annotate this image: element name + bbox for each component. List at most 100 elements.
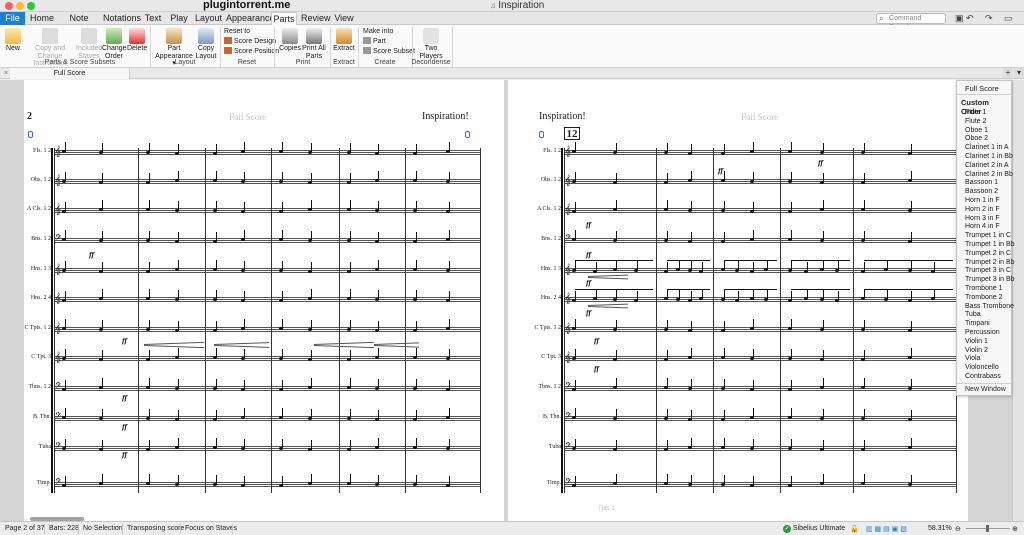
menu-part-item[interactable]: Violoncello (965, 364, 999, 373)
menu-part-item[interactable]: Bass Trombone (965, 303, 1014, 312)
staff-lines (564, 386, 956, 391)
new-tab-button[interactable]: + (1003, 68, 1013, 78)
menu-part-item[interactable]: Trumpet 1 in Bb (965, 241, 1015, 250)
note-stem (378, 201, 379, 210)
tab-appearance[interactable]: Appearance (226, 12, 275, 25)
zoom-out-icon[interactable]: ⊖ (955, 525, 961, 533)
menu-part-item[interactable]: Violin 1 (965, 338, 988, 347)
tab-menu-button[interactable]: ▾ (1014, 68, 1024, 78)
close-window-button[interactable] (5, 2, 13, 10)
tab-layout[interactable]: Layout (195, 12, 222, 25)
tab-play[interactable]: Play (168, 12, 190, 25)
note-stem (65, 439, 66, 448)
instrument-name: Bns. 1 2 (31, 236, 51, 242)
note-stem (864, 474, 865, 483)
make-score-subset-button[interactable]: Score Subset (363, 47, 415, 55)
print-all-parts-button[interactable]: Print All Parts (302, 28, 326, 60)
zoom-window-button[interactable] (27, 2, 35, 10)
menu-part-item[interactable]: Oboe 1 (965, 127, 988, 136)
tab-review[interactable]: Review (301, 12, 331, 25)
staff-lines (564, 297, 956, 302)
menu-full-score[interactable]: Full Score (965, 84, 999, 93)
left-score-page[interactable]: 2 Full Score Inspiration! Fls. 1 2 𝄞 Obs. … (24, 80, 504, 521)
status-focus-on-staves[interactable]: Focus on Staves (185, 525, 237, 532)
note-stem (65, 172, 66, 181)
watermark-text: plugintorrent.me (203, 0, 291, 11)
extract-button[interactable]: Extract (333, 28, 355, 53)
menu-part-item[interactable]: Trombone 1 (965, 285, 1002, 294)
menu-part-item[interactable]: Percussion (965, 329, 1000, 338)
right-score-page[interactable]: Inspiration! Full Score 12 Fls. 1 2 𝄞 Obs.… (508, 80, 968, 521)
menu-part-item[interactable]: Trumpet 1 in C (965, 232, 1011, 241)
menu-part-item[interactable]: Viola (965, 355, 980, 364)
note-stem (822, 290, 824, 299)
note-stem (448, 202, 450, 211)
delete-part-button[interactable]: Delete (127, 28, 147, 53)
menu-part-item[interactable]: Trumpet 3 in C (965, 267, 1011, 276)
menu-part-item[interactable]: Trumpet 2 in Bb (965, 259, 1015, 268)
menu-part-item[interactable]: Horn 3 in F (965, 215, 1000, 224)
view-mode-icons[interactable]: ▥ ▦ ▤ ▣ ▧ (866, 525, 907, 533)
group-separator (358, 27, 359, 67)
tab-text[interactable]: Text (143, 12, 163, 25)
note-stem (65, 476, 66, 485)
menu-part-item[interactable]: Flute 2 (965, 118, 986, 127)
document-icon: ♫ (490, 1, 499, 10)
reset-score-position-button[interactable]: Score Position (224, 47, 279, 55)
note-stem (864, 320, 865, 329)
tab-notations[interactable]: Notations (103, 12, 141, 25)
menu-part-item[interactable]: Bassoon 2 (965, 188, 998, 197)
menu-part-item[interactable]: Violin 2 (965, 347, 988, 356)
menu-part-item[interactable]: Trumpet 3 in Bb (965, 276, 1015, 285)
menu-part-item[interactable]: Horn 2 in F (965, 206, 1000, 215)
tab-view[interactable]: View (333, 12, 355, 25)
lock-icon[interactable]: 🔓 (850, 525, 859, 533)
redo-icon[interactable]: ↷ (985, 13, 993, 24)
tab-note-input[interactable]: Note Input (60, 12, 98, 36)
reset-score-design-button[interactable]: Score Design (224, 37, 276, 45)
change-order-button[interactable]: Change Order (102, 28, 127, 60)
make-part-button[interactable]: Part (363, 37, 386, 45)
menu-part-item[interactable]: Horn 1 in F (965, 197, 1000, 206)
layout-icon[interactable]: ▭ (1004, 13, 1013, 24)
menu-part-item[interactable]: Clarinet 1 in A (965, 144, 1009, 153)
new-part-label: New (5, 45, 20, 52)
menu-part-item[interactable]: Clarinet 2 in Bb (965, 171, 1013, 180)
new-part-button[interactable]: New (3, 28, 23, 53)
undo-icon[interactable]: ↶ (966, 13, 974, 24)
menu-part-item[interactable]: Trombone 2 (965, 294, 1002, 303)
menu-part-item[interactable]: Tuba (965, 311, 981, 320)
bass-clef-icon: 𝄢 (565, 412, 572, 423)
menu-part-item[interactable]: Flute 1 (965, 109, 986, 118)
menu-part-item[interactable]: Contrabass (965, 373, 1001, 382)
status-transposing[interactable]: Transposing score (127, 525, 184, 532)
score-workspace[interactable]: 2 Full Score Inspiration! Fls. 1 2 𝄞 Obs. … (0, 80, 1024, 521)
tab-parts[interactable]: Parts (271, 12, 297, 26)
menu-part-item[interactable]: Timpani (965, 320, 990, 329)
two-players-button[interactable]: Two Players (417, 28, 445, 60)
tab-file[interactable]: File (0, 12, 25, 25)
zoom-slider-thumb[interactable] (986, 525, 989, 532)
minimize-window-button[interactable] (16, 2, 24, 10)
zoom-in-icon[interactable]: ⊕ (1012, 525, 1018, 533)
note-stem (102, 200, 103, 209)
menu-part-item[interactable]: Trumpet 2 in C (965, 250, 1011, 259)
menu-new-window[interactable]: New Window (965, 386, 1006, 395)
close-tab-icon[interactable]: × (4, 68, 8, 79)
doc-tab-full-score[interactable]: × Full Score (4, 68, 130, 79)
command-search-input[interactable]: ⌕Command Search (876, 13, 946, 31)
menu-part-item[interactable]: Oboe 2 (965, 135, 988, 144)
included-staves-button[interactable]: Included Staves (76, 28, 102, 60)
copies-button[interactable]: Copies (279, 28, 301, 53)
reset-to-label: Reset to (224, 28, 251, 35)
menu-part-item[interactable]: Clarinet 1 in Bb (965, 153, 1013, 162)
menu-part-item[interactable]: Horn 4 in F (965, 223, 1000, 232)
copy-layout-button[interactable]: Copy Layout (194, 28, 218, 60)
menu-part-item[interactable]: Clarinet 2 in A (965, 162, 1009, 171)
group-label-reset: Reset (237, 59, 257, 66)
instrument-name: B. Tbn. (542, 414, 561, 420)
vertical-scroll-area[interactable] (1012, 80, 1024, 521)
tab-home[interactable]: Home (28, 12, 56, 25)
save-icon[interactable]: ▣ (955, 13, 964, 24)
menu-part-item[interactable]: Bassoon 1 (965, 179, 998, 188)
